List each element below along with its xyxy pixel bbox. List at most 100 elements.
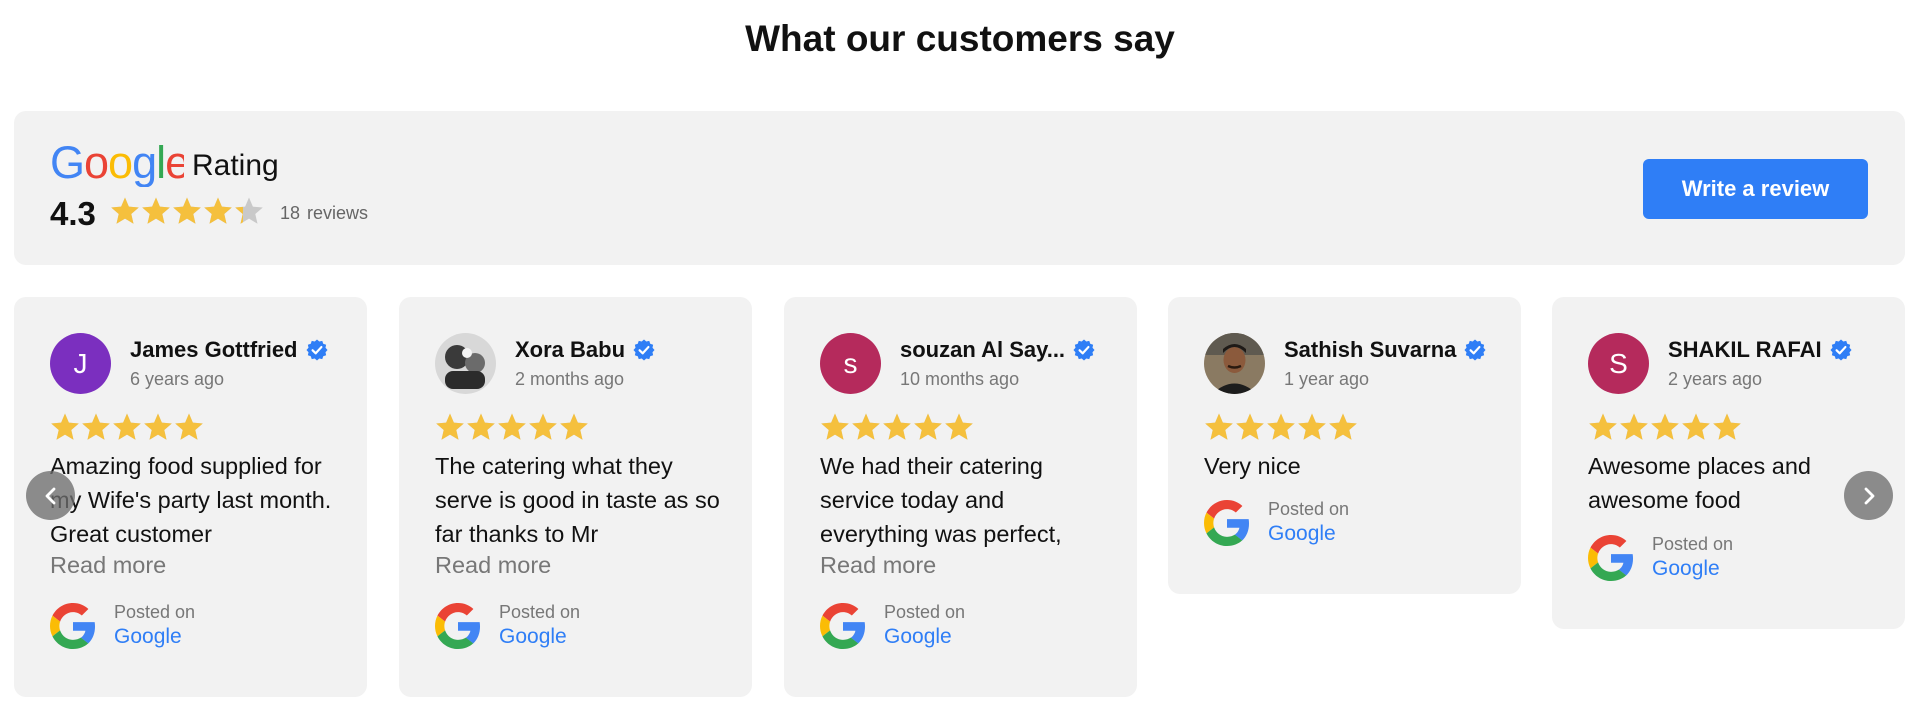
posted-on-label: Posted on: [1652, 534, 1734, 554]
summary-stars: [110, 196, 264, 226]
avatar: J: [50, 333, 111, 394]
avatar-initial: s: [843, 347, 858, 379]
review-stars: [1204, 412, 1358, 442]
review-text: We had their catering service today and …: [820, 453, 1062, 547]
posted-on: Posted on Google: [820, 602, 965, 649]
reviewer-name: James Gottfried: [130, 337, 298, 362]
review-time: 1 year ago: [1284, 369, 1370, 389]
review-stars: [435, 412, 589, 442]
review-text: Very nice: [1204, 453, 1301, 479]
google-g-icon: [50, 602, 96, 649]
google-g-icon: [1588, 534, 1634, 581]
chevron-right-icon: [1864, 487, 1874, 504]
verified-badge-icon: [305, 339, 328, 361]
review-time: 10 months ago: [900, 369, 1020, 389]
review-time: 2 years ago: [1668, 369, 1763, 389]
rating-score: 4.3: [50, 195, 96, 232]
star-icon: [1298, 413, 1326, 440]
posted-source-link[interactable]: Google: [884, 625, 965, 649]
reviewer-name: Xora Babu: [515, 337, 626, 362]
read-more-link[interactable]: Read more: [820, 552, 936, 579]
star-icon: [529, 413, 557, 440]
google-g-icon: [820, 602, 866, 649]
reviewer: Sathish Suvarna: [1284, 337, 1486, 363]
star-icon: [498, 413, 526, 440]
review-count-label: reviews: [307, 203, 369, 223]
chevron-left-icon: [45, 487, 55, 504]
review-time: 2 months ago: [515, 369, 625, 389]
verified-badge-icon: [633, 339, 655, 361]
google-logo: Google: [50, 141, 184, 187]
google-g-icon: [1204, 499, 1250, 546]
review-card: s souzan Al Say... 10 months ago We had the…: [784, 297, 1137, 697]
photo-avatar-icon: [1204, 333, 1265, 394]
star-icon: [1620, 413, 1648, 440]
star-icon: [173, 197, 201, 224]
star-icon: [883, 413, 911, 440]
review-card: Xora Babu 2 months ago The catering what t…: [399, 297, 752, 697]
posted-on: Posted on Google: [1204, 499, 1349, 546]
avatar-initial: J: [73, 347, 88, 379]
posted-source-link[interactable]: Google: [1652, 557, 1733, 581]
svg-text:Google: Google: [50, 141, 184, 187]
reviewer: James Gottfried: [130, 337, 328, 363]
prev-arrow-button[interactable]: [26, 471, 75, 520]
review-stars: [820, 412, 974, 442]
posted-on-label: Posted on: [499, 602, 581, 622]
star-icon: [1236, 413, 1264, 440]
star-icon: [1205, 413, 1233, 440]
posted-on: Posted on Google: [1588, 534, 1733, 581]
google-g-icon: [435, 602, 481, 649]
star-icon: [175, 413, 203, 440]
posted-source-link[interactable]: Google: [499, 625, 580, 649]
reviewer-name: SHAKIL RAFAI: [1668, 337, 1822, 362]
verified-badge-icon: [1464, 339, 1486, 361]
star-icon: [113, 413, 141, 440]
read-more-link[interactable]: Read more: [50, 552, 166, 579]
star-icon: [852, 413, 880, 440]
next-arrow-button[interactable]: [1844, 471, 1893, 520]
posted-on-label: Posted on: [1268, 499, 1350, 519]
rating-label: Rating: [192, 149, 279, 182]
star-icon: [467, 413, 495, 440]
review-count: 18 reviews: [280, 203, 368, 224]
avatar: [435, 333, 496, 394]
star-icon: [914, 413, 942, 440]
reviewer: souzan Al Say...: [900, 337, 1095, 363]
star-icon: [1267, 413, 1295, 440]
star-icon: [142, 197, 170, 224]
posted-on-label: Posted on: [114, 602, 196, 622]
review-text: Amazing food supplied for my Wife's part…: [50, 453, 332, 547]
star-icon: [560, 413, 588, 440]
reviewer: Xora Babu: [515, 337, 655, 363]
rating-summary: Google Rating 4.3 18 reviews Write a rev…: [14, 111, 1905, 265]
star-icon: [436, 413, 464, 440]
posted-on: Posted on Google: [50, 602, 195, 649]
avatar: S: [1588, 333, 1649, 394]
write-review-button[interactable]: Write a review: [1643, 159, 1868, 219]
review-time: 6 years ago: [130, 369, 225, 389]
avatar-initial: S: [1609, 347, 1628, 379]
avatar: s: [820, 333, 881, 394]
star-icon: [1651, 413, 1679, 440]
star-icon: [1713, 413, 1741, 440]
star-icon: [1682, 413, 1710, 440]
reviewer: SHAKIL RAFAI: [1668, 337, 1852, 363]
star-icon: [144, 413, 172, 440]
review-stars: [50, 412, 204, 442]
verified-badge-icon: [1073, 339, 1095, 361]
review-text: The catering what they serve is good in …: [435, 453, 720, 547]
star-icon: [111, 197, 139, 224]
review-count-number: 18: [280, 203, 301, 223]
review-card: Sathish Suvarna 1 year ago Very nice Posted…: [1168, 297, 1521, 594]
posted-source-link[interactable]: Google: [114, 625, 195, 649]
review-text: Awesome places and awesome food: [1588, 453, 1811, 513]
star-icon: [945, 413, 973, 440]
star-icon: [235, 197, 263, 224]
read-more-link[interactable]: Read more: [435, 552, 551, 579]
star-icon: [821, 413, 849, 440]
posted-source-link[interactable]: Google: [1268, 522, 1349, 546]
star-icon: [204, 197, 232, 224]
star-icon: [51, 413, 79, 440]
reviewer-name: souzan Al Say...: [900, 337, 1066, 362]
